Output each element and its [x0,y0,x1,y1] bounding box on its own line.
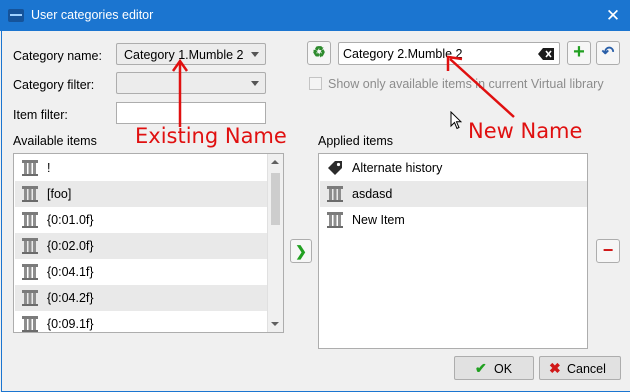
x-icon: ✖ [549,360,561,376]
scrollbar-thumb[interactable] [271,173,280,225]
list-item-label: {0:04.2f} [47,291,94,305]
show-only-available-checkbox[interactable] [309,77,322,90]
add-category-button[interactable]: + [567,41,591,65]
list-item-label: Alternate history [352,161,443,175]
list-item-label: {0:02.0f} [47,239,94,253]
list-item-label: {0:09.1f} [47,317,94,331]
list-item[interactable]: New Item [320,207,587,233]
list-item[interactable]: {0:04.2f} [15,285,283,311]
scroll-down-icon[interactable] [271,322,279,326]
column-icon [327,186,343,202]
applied-items-list[interactable]: Alternate history asdasd New Item [318,153,588,349]
list-item-label: ! [47,161,51,175]
undo-icon: ↶ [601,44,615,61]
clear-text-icon[interactable] [538,48,554,60]
cancel-button[interactable]: ✖ Cancel [539,356,621,380]
tag-icon [328,161,342,175]
close-button[interactable]: ✕ [596,0,630,31]
annotation-arrow-existing [171,58,189,127]
undo-button[interactable]: ↶ [596,41,620,65]
plus-icon: + [573,41,585,63]
dialog-body: Category name: Category 1.Mumble 2 Categ… [1,31,630,392]
window-title: User categories editor [31,8,154,22]
column-icon [22,316,38,332]
ok-button[interactable]: ✔ OK [454,356,534,380]
recycle-icon: ♻ [312,44,326,61]
unapply-button[interactable]: − [596,239,620,263]
column-icon [327,212,343,228]
available-scrollbar[interactable] [267,154,283,332]
list-item[interactable]: {0:04.1f} [15,259,283,285]
annotation-existing-name: Existing Name [135,124,287,148]
mouse-cursor-icon [450,111,462,130]
item-filter-input[interactable] [116,102,266,124]
category-filter-combo[interactable] [116,72,266,94]
column-icon [22,238,38,254]
available-items-list[interactable]: ! [foo] {0:01.0f} {0:02.0f} {0:04.1f} {0… [13,153,284,333]
chevron-down-icon [251,52,259,57]
check-icon: ✔ [475,360,487,376]
list-item-label: New Item [352,213,405,227]
category-name-combo[interactable]: Category 1.Mumble 2 [116,43,266,65]
column-icon [22,160,38,176]
category-name-label: Category name: [13,49,102,63]
list-item[interactable]: {0:02.0f} [15,233,283,259]
annotation-new-name: New Name [468,119,583,143]
applied-items-label: Applied items [318,134,394,148]
cancel-label: Cancel [567,362,606,376]
list-item-label: {0:01.0f} [47,213,94,227]
scroll-up-icon[interactable] [271,160,279,164]
column-icon [22,264,38,280]
list-item[interactable]: asdasd [320,181,587,207]
recycle-button[interactable]: ♻ [307,41,331,65]
column-icon [22,212,38,228]
list-item-label: {0:04.1f} [47,265,94,279]
title-bar: User categories editor ✕ [0,0,630,31]
list-item[interactable]: Alternate history [320,155,587,181]
list-item[interactable]: {0:09.1f} [15,311,283,332]
minus-icon: − [602,240,614,260]
app-icon [8,9,24,22]
column-icon [22,290,38,306]
column-icon [22,186,38,202]
list-item[interactable]: [foo] [15,181,283,207]
list-item-label: [foo] [47,187,72,201]
list-item[interactable]: ! [15,155,283,181]
apply-button[interactable]: ❯ [290,239,312,263]
ok-label: OK [494,362,513,376]
list-item[interactable]: {0:01.0f} [15,207,283,233]
arrow-right-icon: ❯ [295,243,307,259]
list-item-label: asdasd [352,187,393,201]
category-filter-label: Category filter: [13,78,95,92]
item-filter-label: Item filter: [13,108,68,122]
available-items-label: Available items [13,134,97,148]
chevron-down-icon [251,81,259,86]
